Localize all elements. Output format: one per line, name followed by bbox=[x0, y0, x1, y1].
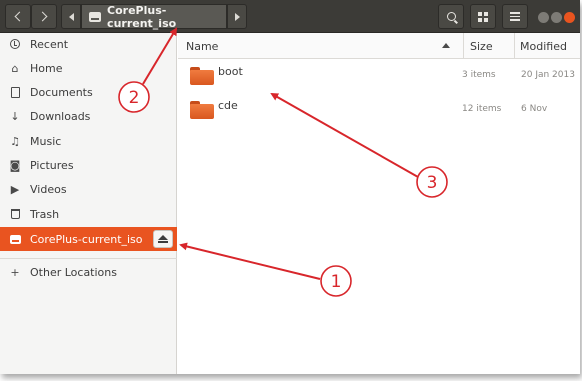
sidebar-item-label: Pictures bbox=[30, 158, 74, 172]
sidebar-item-trash[interactable]: Trash bbox=[0, 202, 177, 226]
download-icon: ↓ bbox=[10, 109, 20, 123]
sidebar-item-label: Videos bbox=[30, 182, 67, 196]
document-icon bbox=[9, 86, 21, 98]
file-size: 3 items bbox=[462, 70, 496, 80]
path-bar-current-location[interactable]: CorePlus-current_iso bbox=[81, 3, 227, 30]
camera-icon: ◙ bbox=[9, 158, 21, 172]
file-row-cde[interactable]: cde 12 items 6 Nov bbox=[178, 94, 580, 130]
chevron-left-icon bbox=[14, 11, 25, 22]
header-bar: CorePlus-current_iso bbox=[0, 0, 580, 33]
drive-icon bbox=[89, 11, 102, 22]
file-name: cde bbox=[218, 99, 238, 112]
file-row-boot[interactable]: boot 3 items 20 Jan 2013 bbox=[178, 60, 580, 96]
sidebar-divider bbox=[0, 258, 177, 259]
sidebar-item-label: Home bbox=[30, 61, 63, 75]
column-header-size[interactable]: Size bbox=[463, 33, 513, 59]
forward-button[interactable] bbox=[31, 4, 57, 29]
sidebar-item-home[interactable]: ⌂ Home bbox=[0, 56, 177, 80]
sidebar-item-label: Downloads bbox=[30, 109, 91, 123]
sidebar-item-downloads[interactable]: ↓ Downloads bbox=[0, 104, 177, 128]
path-scroll-right-button[interactable] bbox=[227, 4, 247, 29]
triangle-right-icon bbox=[234, 12, 240, 21]
sidebar-item-other-locations[interactable]: + Other Locations bbox=[0, 260, 177, 284]
hamburger-menu-icon bbox=[510, 12, 520, 21]
grid-view-icon bbox=[478, 11, 488, 22]
plus-icon: + bbox=[10, 265, 20, 279]
file-modified: 6 Nov bbox=[521, 104, 548, 114]
column-header-row: Name Size Modified bbox=[178, 33, 580, 59]
file-name: boot bbox=[218, 65, 243, 78]
trash-icon bbox=[9, 208, 21, 220]
search-button[interactable] bbox=[438, 4, 464, 29]
back-button[interactable] bbox=[5, 4, 31, 29]
sidebar-item-recent[interactable]: Recent bbox=[0, 32, 177, 56]
sidebar-item-coreplus-current-iso[interactable]: CorePlus-current_iso bbox=[0, 227, 177, 251]
path-bar-label: CorePlus-current_iso bbox=[107, 3, 177, 30]
eject-button[interactable] bbox=[153, 230, 173, 248]
sidebar-item-label: Other Locations bbox=[30, 265, 117, 279]
sidebar-item-pictures[interactable]: ◙ Pictures bbox=[0, 153, 177, 177]
folder-icon bbox=[190, 101, 214, 119]
sidebar-item-videos[interactable]: ▶ Videos bbox=[0, 177, 177, 201]
sidebar-item-music[interactable]: ♫ Music bbox=[0, 129, 177, 153]
file-modified: 20 Jan 2013 bbox=[521, 70, 575, 80]
video-icon: ▶ bbox=[10, 182, 20, 196]
file-manager-window: CorePlus-current_iso Recent ⌂ Home Docum… bbox=[0, 0, 580, 374]
menu-button[interactable] bbox=[502, 4, 528, 29]
sidebar: Recent ⌂ Home Documents ↓ Downloads ♫ Mu… bbox=[0, 33, 177, 374]
file-size: 12 items bbox=[462, 104, 502, 114]
music-icon: ♫ bbox=[10, 134, 20, 148]
minimize-button[interactable] bbox=[538, 12, 549, 23]
search-icon bbox=[446, 12, 456, 21]
home-icon: ⌂ bbox=[11, 61, 19, 75]
sidebar-item-label: Recent bbox=[30, 37, 69, 51]
close-button[interactable] bbox=[564, 12, 575, 23]
sidebar-item-label: Documents bbox=[30, 85, 93, 99]
eject-icon bbox=[158, 235, 168, 240]
sort-ascending-icon bbox=[442, 43, 450, 48]
path-scroll-left-button[interactable] bbox=[61, 4, 81, 29]
sidebar-item-label: Trash bbox=[30, 207, 60, 221]
folder-icon bbox=[190, 67, 214, 85]
column-header-name[interactable]: Name bbox=[186, 33, 454, 59]
maximize-button[interactable] bbox=[551, 12, 562, 23]
file-list-view: Name Size Modified boot 3 items 20 Jan 2… bbox=[178, 33, 580, 374]
sidebar-item-documents[interactable]: Documents bbox=[0, 80, 177, 104]
view-toggle-button[interactable] bbox=[470, 4, 496, 29]
column-header-modified[interactable]: Modified bbox=[514, 33, 580, 59]
triangle-left-icon bbox=[68, 12, 74, 21]
sidebar-item-label: CorePlus-current_iso bbox=[30, 232, 143, 246]
drive-icon bbox=[9, 233, 21, 245]
chevron-right-icon bbox=[37, 11, 48, 22]
sidebar-item-label: Music bbox=[30, 134, 62, 148]
clock-icon bbox=[9, 38, 21, 50]
